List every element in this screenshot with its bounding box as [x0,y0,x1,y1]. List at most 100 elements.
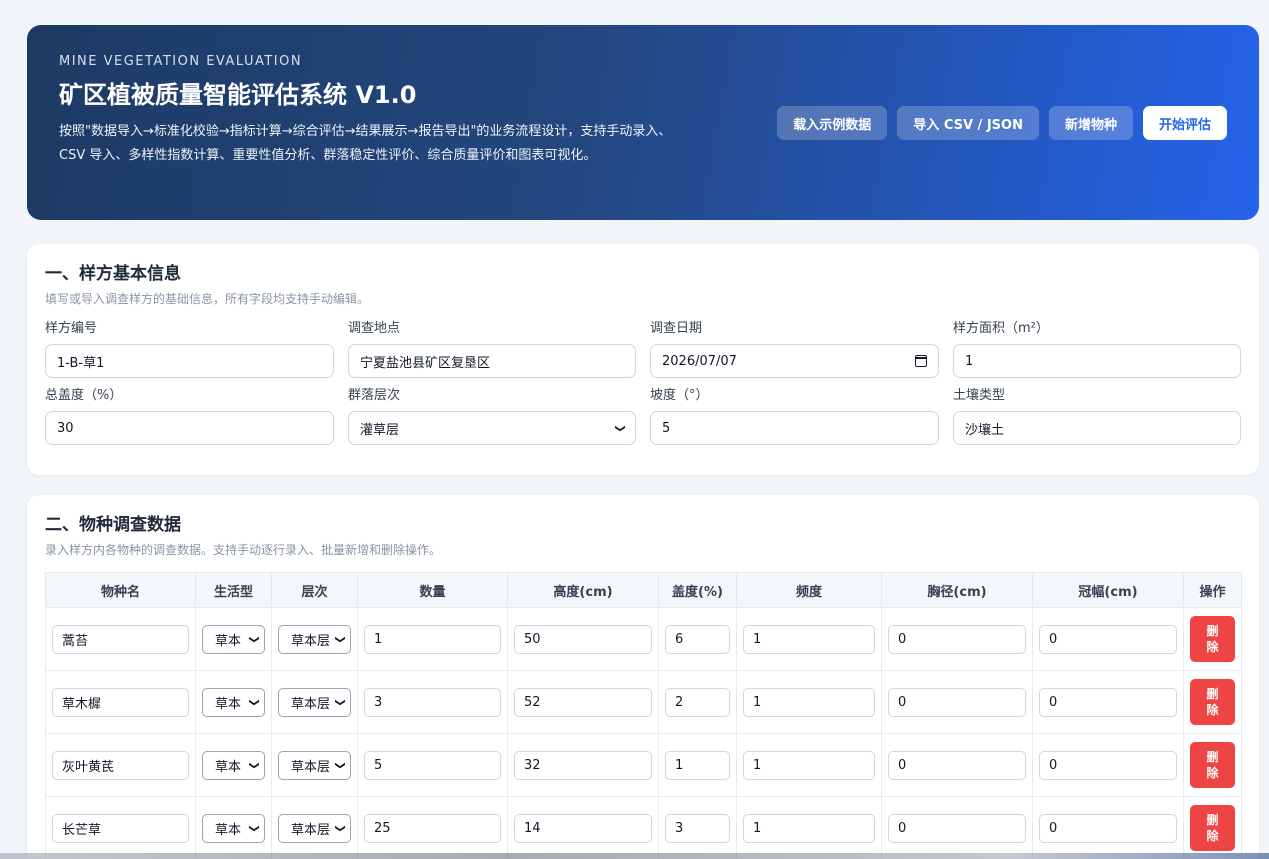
location-input[interactable]: 宁夏盐池县矿区复垦区 [348,344,636,378]
life-form-select[interactable]: 草本 ❯ [202,687,265,717]
table-cell: 删除 [1183,670,1242,734]
button-label: 除 [1206,766,1219,780]
field-label: 样方面积（m²） [953,321,1049,336]
import-file-button[interactable]: 导入 CSV / JSON [897,106,1039,140]
layer-row-select[interactable]: 草本层 ❯ [278,813,351,843]
cover-input[interactable]: 3 [665,813,730,843]
cell-value: 1 [753,694,762,710]
table-row: 蒿苔 草本 ❯ 草本层 ❯ 1 50 6 1 0 0 删除 [45,607,1242,671]
chevron-down-icon: ❯ [248,823,260,833]
cell-value: 0 [1049,631,1058,647]
bottom-overlay-strip [0,853,1269,859]
slope-input[interactable]: 5 [650,411,939,445]
species-name-input[interactable]: 草木樨 [52,687,189,717]
layer-row-select[interactable]: 草本层 ❯ [278,687,351,717]
count-input[interactable]: 5 [364,750,501,780]
coverage-field-group: 总盖度（%） 30 [45,388,334,445]
species-name-input[interactable]: 灰叶黄芪 [52,750,189,780]
calendar-icon[interactable] [915,355,927,367]
count-input[interactable]: 3 [364,687,501,717]
hero-eyebrow: MINE VEGETATION EVALUATION [59,54,303,69]
cell-value: 长芒草 [62,822,102,838]
dbh-input[interactable]: 0 [888,750,1026,780]
frequency-input[interactable]: 1 [743,687,875,717]
cell-value: 1 [374,631,383,647]
location-field-group: 调查地点 宁夏盐池县矿区复垦区 [348,321,636,378]
table-cell: 0 [881,796,1033,859]
plot-info-card: 一、样方基本信息 填写或导入调查样方的基础信息，所有字段均支持手动编辑。 样方编… [27,244,1259,475]
cell-value: 1 [675,757,684,773]
table-cell: 草本层 ❯ [271,796,358,859]
height-input[interactable]: 50 [514,624,652,654]
cell-value: 0 [898,694,907,710]
cell-value: 3 [374,694,383,710]
field-value: 1 [965,353,974,369]
layer-row-select[interactable]: 草本层 ❯ [278,624,351,654]
species-name-input[interactable]: 蒿苔 [52,624,189,654]
frequency-input[interactable]: 1 [743,750,875,780]
delete-row-button[interactable]: 删除 [1190,616,1235,662]
layer-row-select[interactable]: 草本层 ❯ [278,750,351,780]
section-subtitle: 录入样方内各物种的调查数据。支持手动逐行录入、批量新增和删除操作。 [45,543,442,557]
chevron-down-icon: ❯ [334,823,346,833]
count-input[interactable]: 1 [364,624,501,654]
cell-value: 1 [753,631,762,647]
date-field-group: 调查日期 2026/07/07 [650,321,939,378]
delete-row-button[interactable]: 删除 [1190,742,1235,788]
height-input[interactable]: 32 [514,750,652,780]
dbh-input[interactable]: 0 [888,624,1026,654]
load-sample-button[interactable]: 载入示例数据 [777,106,888,140]
life-form-select[interactable]: 草本 ❯ [202,813,265,843]
plot-id-input[interactable]: 1-B-草1 [45,344,334,378]
height-input[interactable]: 14 [514,813,652,843]
add-species-button[interactable]: 新增物种 [1048,106,1133,140]
table-cell: 草本 ❯ [195,796,272,859]
table-row: 草木樨 草本 ❯ 草本层 ❯ 3 52 2 1 0 0 删除 [45,670,1242,734]
crown-input[interactable]: 0 [1039,624,1177,654]
cell-value: 0 [898,631,907,647]
section-title: 二、物种调查数据 [45,515,181,535]
table-cell: 1 [736,607,882,671]
species-table: 物种名 生活型 层次 数量 高度(cm) 盖度(%) 频度 胸径(cm) 冠幅(… [45,572,1242,859]
frequency-input[interactable]: 1 [743,813,875,843]
cover-input[interactable]: 1 [665,750,730,780]
layer-select[interactable]: 灌草层 ❯ [348,411,636,445]
delete-row-button[interactable]: 删除 [1190,679,1235,725]
hero-description: 按照"数据导入→标准化校验→指标计算→综合评估→结果展示→报告导出"的业务流程设… [59,124,672,163]
field-value: 1-B-草1 [57,355,105,371]
table-cell: 1 [736,796,882,859]
species-name-input[interactable]: 长芒草 [52,813,189,843]
dbh-input[interactable]: 0 [888,687,1026,717]
cell-value: 52 [524,694,541,710]
table-cell: 删除 [1183,796,1242,859]
height-input[interactable]: 52 [514,687,652,717]
field-value: 沙壤土 [965,422,1005,438]
crown-input[interactable]: 0 [1039,750,1177,780]
chevron-down-icon: ❯ [614,423,626,433]
crown-input[interactable]: 0 [1039,687,1177,717]
frequency-input[interactable]: 1 [743,624,875,654]
area-input[interactable]: 1 [953,344,1241,378]
dbh-input[interactable]: 0 [888,813,1026,843]
button-label: 除 [1206,829,1219,843]
cell-value: 草木樨 [62,696,102,712]
crown-input[interactable]: 0 [1039,813,1177,843]
soil-input[interactable]: 沙壤土 [953,411,1241,445]
cover-input[interactable]: 2 [665,687,730,717]
start-evaluation-button[interactable]: 开始评估 [1142,106,1227,140]
delete-row-button[interactable]: 删除 [1190,805,1235,851]
count-input[interactable]: 25 [364,813,501,843]
column-header: 高度(cm) [507,572,659,608]
plot-id-field-group: 样方编号 1-B-草1 [45,321,334,378]
table-cell: 0 [881,733,1033,797]
date-input[interactable]: 2026/07/07 [650,344,939,378]
table-cell: 1 [658,733,737,797]
coverage-input[interactable]: 30 [45,411,334,445]
button-label: 删 [1206,687,1219,701]
table-cell: 删除 [1183,607,1242,671]
life-form-select[interactable]: 草本 ❯ [202,624,265,654]
life-form-select[interactable]: 草本 ❯ [202,750,265,780]
button-label: 除 [1206,640,1219,654]
field-label: 土壤类型 [953,388,1006,403]
cover-input[interactable]: 6 [665,624,730,654]
